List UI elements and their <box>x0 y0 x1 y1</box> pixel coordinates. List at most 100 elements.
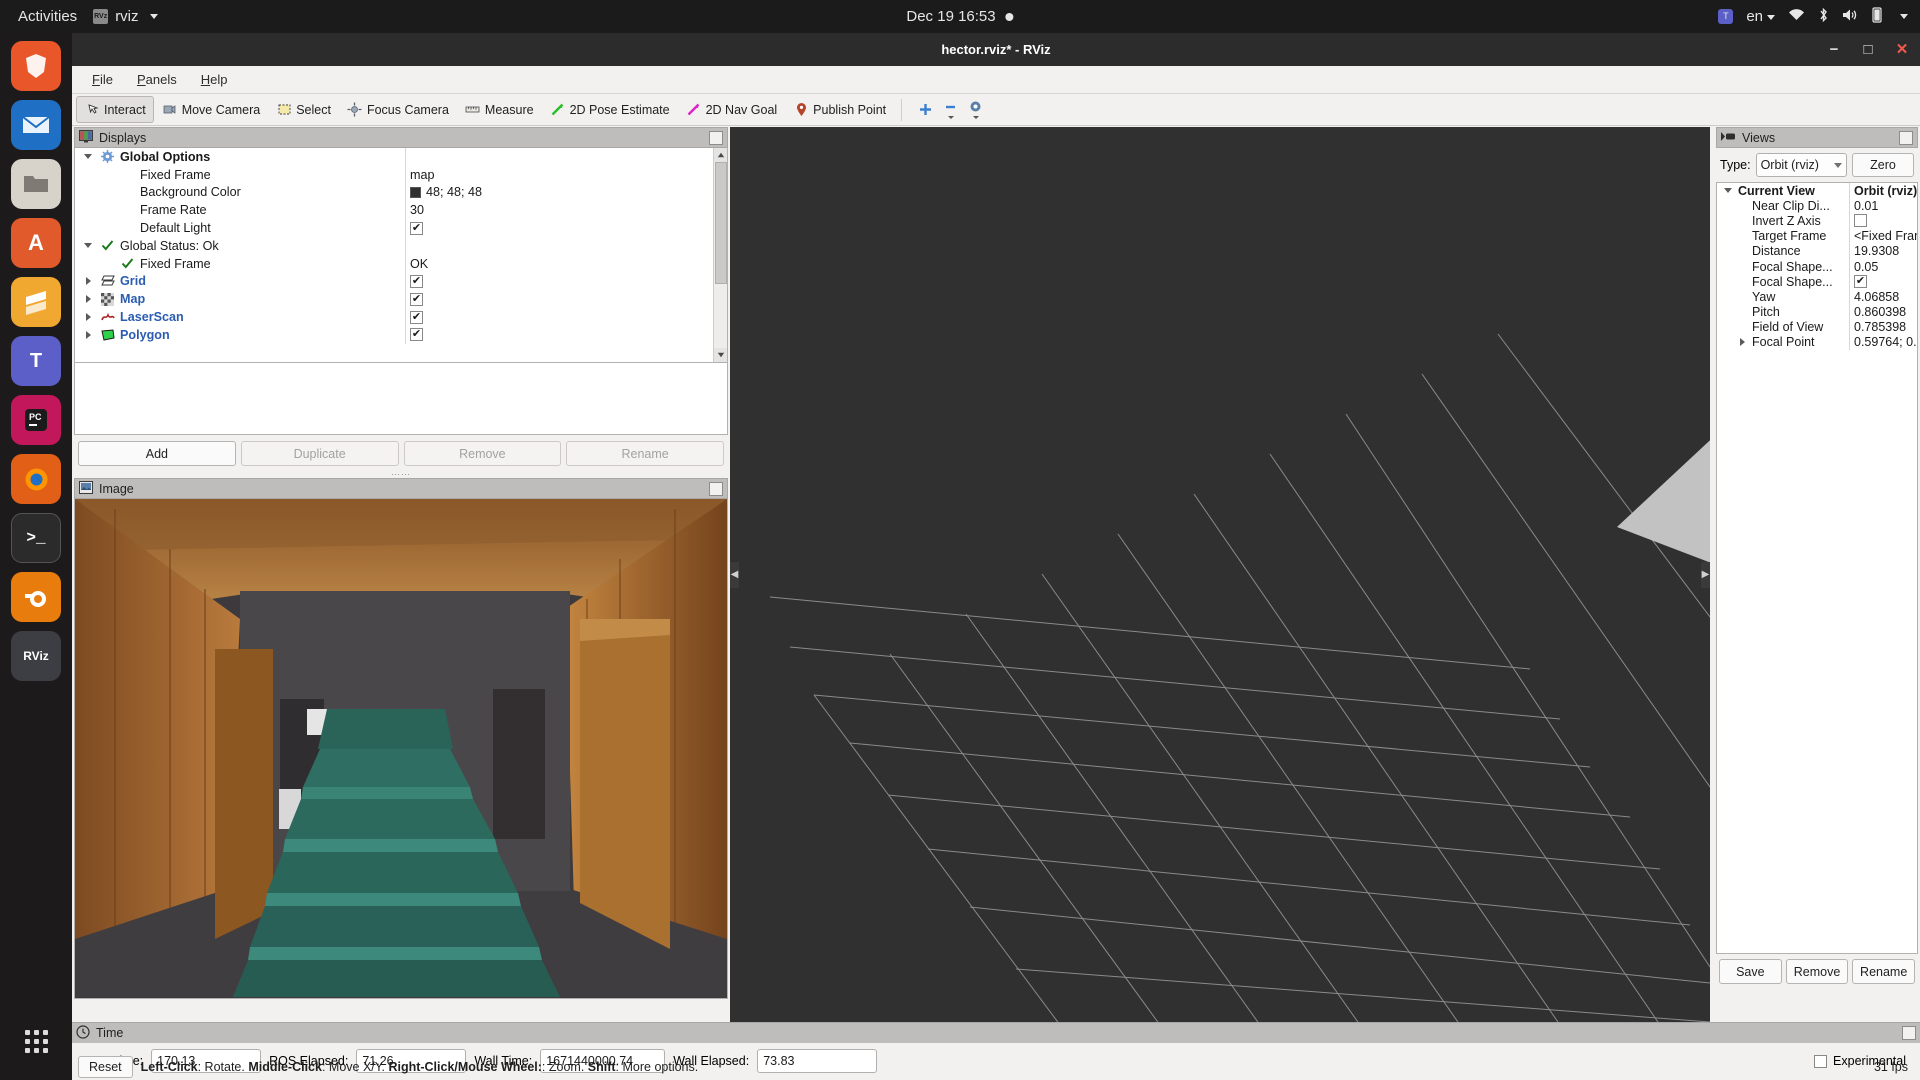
views-row[interactable]: Focal Shape... 0.05 <box>1717 258 1917 275</box>
remove-display-button[interactable]: Remove <box>403 441 562 466</box>
views-row[interactable]: Near Clip Di... 0.01 <box>1717 198 1917 214</box>
dock-item-rviz[interactable]: RViz <box>11 631 61 681</box>
dock-item-firefox[interactable] <box>11 454 61 504</box>
dock-item-blender[interactable] <box>11 572 61 622</box>
view-property-value[interactable] <box>1849 213 1917 229</box>
dock-item-ubuntu-software[interactable]: A <box>11 218 61 268</box>
dock-item-teams[interactable]: T <box>11 336 61 386</box>
property-checkbox[interactable]: ✔ <box>410 328 423 342</box>
expander-expand-icon[interactable] <box>81 277 95 286</box>
displays-row[interactable]: Global Options <box>75 148 727 166</box>
toolbar-remove-tool-group[interactable] <box>943 101 958 119</box>
show-applications-button[interactable] <box>11 1016 61 1066</box>
camera-image-view[interactable] <box>74 499 728 999</box>
views-row[interactable]: Current View Orbit (rviz) <box>1717 183 1917 199</box>
displays-row[interactable]: Fixed Frame map <box>75 165 727 184</box>
3d-viewport[interactable]: ◀ ▶ <box>730 127 1710 1022</box>
tool-2d-pose-estimate[interactable]: 2D Pose Estimate <box>542 96 678 123</box>
rename-display-button[interactable]: Rename <box>566 441 724 466</box>
property-value[interactable]: ✔ <box>405 219 727 237</box>
dock-item-files[interactable] <box>11 159 61 209</box>
activities-button[interactable]: Activities <box>0 8 93 25</box>
float-panel-button[interactable] <box>1902 1026 1916 1040</box>
scroll-up-arrow-icon[interactable] <box>714 148 727 162</box>
property-checkbox[interactable]: ✔ <box>410 292 423 306</box>
chevron-down-icon[interactable] <box>1900 14 1908 19</box>
displays-row[interactable]: Frame Rate 30 <box>75 201 727 220</box>
views-row[interactable]: Focal Shape... ✔ <box>1717 274 1917 290</box>
views-row[interactable]: Distance 19.9308 <box>1717 243 1917 259</box>
views-row[interactable]: Target Frame <Fixed Frame> <box>1717 228 1917 244</box>
battery-icon[interactable] <box>1871 6 1883 27</box>
displays-row[interactable]: Global Status: Ok <box>75 236 727 255</box>
expander-collapse-icon[interactable] <box>1721 188 1735 194</box>
property-value[interactable]: 48; 48; 48 <box>405 183 727 202</box>
displays-row[interactable]: Default Light ✔ <box>75 219 727 237</box>
menu-item-help[interactable]: Help <box>191 69 238 90</box>
menu-item-panels[interactable]: Panels <box>127 69 187 90</box>
view-property-value[interactable]: 0.860398 <box>1849 304 1917 320</box>
close-button[interactable]: ✕ <box>1892 40 1912 60</box>
left-dock-collapse-handle[interactable]: ◀ <box>730 561 739 588</box>
tool-measure[interactable]: Measure <box>457 96 542 123</box>
property-value[interactable]: ✔ <box>405 308 727 326</box>
toolbar-add-tool-button[interactable] <box>909 96 941 123</box>
toolbar-tool-properties-group[interactable] <box>968 100 983 119</box>
dock-item-pycharm[interactable]: PC <box>11 395 61 445</box>
views-tree[interactable]: Current View Orbit (rviz) Near Clip Di... 0… <box>1716 182 1918 954</box>
view-property-checkbox[interactable] <box>1854 214 1867 228</box>
tool-2d-nav-goal[interactable]: 2D Nav Goal <box>678 96 786 123</box>
expander-expand-icon[interactable] <box>1735 338 1749 347</box>
clock-button[interactable]: Dec 19 16:53 <box>906 8 1014 25</box>
tool-interact[interactable]: Interact <box>76 96 154 123</box>
displays-row[interactable]: Fixed Frame OK <box>75 254 727 273</box>
property-value[interactable] <box>405 236 727 255</box>
property-value[interactable] <box>405 148 727 166</box>
float-panel-button[interactable] <box>709 130 723 145</box>
property-value[interactable]: ✔ <box>405 325 727 344</box>
zero-view-button[interactable]: Zero <box>1852 153 1914 177</box>
view-property-checkbox[interactable]: ✔ <box>1854 275 1867 289</box>
property-value[interactable]: 30 <box>405 201 727 220</box>
views-row[interactable]: Invert Z Axis <box>1717 213 1917 229</box>
view-property-value[interactable]: 19.9308 <box>1849 243 1917 259</box>
property-value[interactable]: ✔ <box>405 272 727 291</box>
duplicate-display-button[interactable]: Duplicate <box>240 441 399 466</box>
property-value[interactable]: ✔ <box>405 290 727 309</box>
dock-item-sublime-text[interactable] <box>11 277 61 327</box>
dock-item-thunderbird[interactable] <box>11 100 61 150</box>
property-checkbox[interactable]: ✔ <box>410 221 423 235</box>
panel-splitter[interactable]: ⋯⋯ <box>74 470 728 479</box>
tool-select[interactable]: Select <box>268 96 339 123</box>
right-dock-collapse-handle[interactable]: ▶ <box>1701 561 1710 588</box>
displays-row[interactable]: Background Color 48; 48; 48 <box>75 183 727 202</box>
minimize-button[interactable]: − <box>1824 40 1844 60</box>
reset-button[interactable]: Reset <box>78 1056 133 1078</box>
language-indicator[interactable]: en <box>1746 8 1775 25</box>
app-menu-button[interactable]: RVz rviz <box>93 8 158 25</box>
view-property-value[interactable]: 0.01 <box>1849 198 1917 214</box>
view-property-value[interactable]: 4.06858 <box>1849 289 1917 305</box>
maximize-button[interactable]: □ <box>1858 40 1878 60</box>
expander-expand-icon[interactable] <box>81 313 95 322</box>
volume-icon[interactable] <box>1842 8 1858 26</box>
expander-expand-icon[interactable] <box>81 330 95 339</box>
color-swatch[interactable] <box>410 186 421 198</box>
views-row[interactable]: Field of View 0.785398 <box>1717 319 1917 335</box>
expander-collapse-icon[interactable] <box>81 154 95 160</box>
displays-vertical-scrollbar[interactable] <box>713 148 727 362</box>
views-row[interactable]: Pitch 0.860398 <box>1717 304 1917 320</box>
float-panel-button[interactable] <box>1899 130 1913 145</box>
property-checkbox[interactable]: ✔ <box>410 274 423 288</box>
displays-tree[interactable]: Global Options Fixed Frame map Background C… <box>74 148 728 363</box>
property-value[interactable]: map <box>405 165 727 184</box>
displays-row[interactable]: LaserScan ✔ <box>75 308 727 326</box>
dock-item-terminal[interactable]: >_ <box>11 513 61 563</box>
rename-view-button[interactable]: Rename <box>1852 959 1916 984</box>
view-property-value[interactable]: <Fixed Frame> <box>1849 228 1917 244</box>
tool-publish-point[interactable]: Publish Point <box>785 96 894 123</box>
save-view-button[interactable]: Save <box>1719 959 1782 984</box>
teams-icon[interactable]: T <box>1718 9 1734 24</box>
tool-move-camera[interactable]: Move Camera <box>154 96 269 123</box>
view-property-value[interactable]: 0.59764; 0.9693; 0... <box>1849 334 1917 351</box>
